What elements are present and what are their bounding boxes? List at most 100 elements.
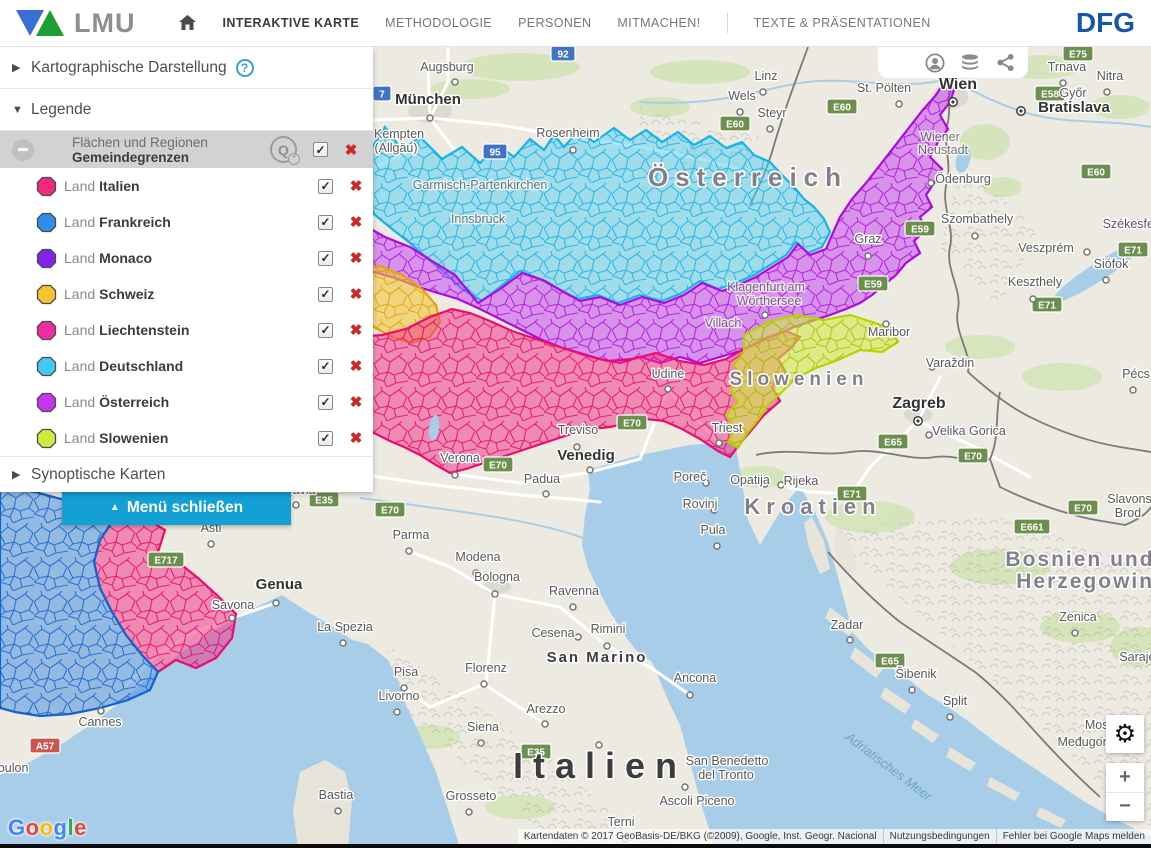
legend-remove-button[interactable]: ✖ (348, 393, 364, 411)
map-label-city: Innsbruck (451, 212, 506, 226)
legend-remove-button[interactable]: ✖ (348, 429, 364, 447)
user-account-icon[interactable] (925, 53, 945, 73)
road-shield-95: 95 (483, 144, 507, 159)
city-dot (335, 808, 341, 814)
legend-remove-button[interactable]: ✖ (348, 249, 364, 267)
map-settings-button[interactable]: ⚙ (1106, 715, 1144, 753)
map-label-city: Siena (467, 720, 499, 734)
map-label-city: Győr (1059, 86, 1086, 100)
close-menu-button[interactable]: ▲ Menü schließen (62, 490, 291, 525)
legend-checkbox[interactable]: ✓ (318, 323, 333, 338)
map-label-country: San Marino (547, 649, 648, 666)
map-attribution: Kartendaten © 2017 GeoBasis-DE/BKG (©200… (518, 829, 1151, 844)
legend-checkbox[interactable]: ✓ (318, 251, 333, 266)
map-label-city: Modena (455, 550, 500, 564)
legend-color-swatch (36, 428, 57, 449)
legend-remove-button[interactable]: ✖ (348, 321, 364, 339)
language-flag-german-icon[interactable] (891, 53, 910, 72)
legend-item-row: LandSchweiz✓✖ (0, 276, 373, 312)
legend-item-row: LandMonaco✓✖ (0, 240, 373, 276)
nav-separator (727, 13, 728, 33)
road-shield-E59: E59 (858, 276, 888, 291)
svg-text:92: 92 (557, 50, 569, 61)
svg-text:E70: E70 (1074, 504, 1092, 515)
legend-checkbox[interactable]: ✓ (318, 431, 333, 446)
legend-color-swatch (36, 392, 57, 413)
map-label-city: Pisa (394, 665, 418, 679)
map-label-city: Arezzo (527, 702, 566, 716)
report-error-link[interactable]: Fehler bei Google Maps melden (997, 829, 1151, 844)
capital-dot-center (1019, 109, 1022, 112)
google-logo[interactable]: Google (8, 815, 87, 841)
legend-remove-button[interactable]: ✖ (348, 357, 364, 375)
city-dot (273, 600, 279, 606)
legend-remove-button[interactable]: ✖ (348, 285, 364, 303)
terms-link[interactable]: Nutzungsbedingungen (884, 829, 996, 844)
map-label-city: Toulon (0, 761, 28, 775)
verba-alpina-app: 92795E75E58E60E60E60E59E59E71E71E71E65E6… (0, 0, 1151, 848)
map-label-city: Grosseto (446, 789, 497, 803)
legend-checkbox[interactable]: ✓ (318, 359, 333, 374)
nav-item-texte-pr-sentationen[interactable]: TEXTE & PRÄSENTATIONEN (754, 16, 931, 30)
svg-text:E70: E70 (381, 506, 399, 517)
share-icon[interactable] (995, 53, 1015, 73)
city-dot (1104, 89, 1110, 95)
map-label-city: Savona (212, 598, 254, 612)
nav-item-interaktive-karte[interactable]: INTERAKTIVE KARTE (222, 16, 359, 30)
map-label-city: Parma (393, 528, 430, 542)
map-label-city: Cesena (531, 626, 574, 640)
legend-item-label: LandItalien (64, 178, 140, 194)
legend-checkbox[interactable]: ✓ (318, 215, 333, 230)
map-label-city: Maribor (868, 325, 910, 339)
map-label-city: Cannes (78, 715, 121, 729)
map-label-city: Genua (256, 576, 303, 593)
map-label-city: Nitra (1097, 69, 1123, 83)
dfg-logo[interactable]: DFG (1076, 7, 1135, 39)
section-legende[interactable]: ▼ Legende (0, 89, 373, 131)
map-label-city: Treviso (558, 423, 599, 437)
city-dot (716, 440, 722, 446)
google-logo-letter: o (26, 815, 40, 840)
home-icon[interactable] (179, 15, 196, 31)
svg-text:E717: E717 (154, 556, 178, 567)
nav-item-personen[interactable]: PERSONEN (518, 16, 591, 30)
legend-remove-button[interactable]: ✖ (348, 213, 364, 231)
map-label-city: Zadar (831, 618, 864, 632)
google-logo-letter: e (74, 815, 87, 840)
road-shield-E70: E70 (958, 448, 988, 463)
section-synoptische-karten[interactable]: ▶ Synoptische Karten (0, 456, 373, 492)
collapse-group-button[interactable] (12, 139, 34, 161)
road-shield-E70: E70 (1068, 500, 1098, 515)
map-label-city: Villach (705, 316, 742, 330)
legend-item-label: LandLiechtenstein (64, 322, 189, 338)
legend-remove-button[interactable]: ✖ (348, 177, 364, 195)
city-dot (1072, 630, 1078, 636)
map-label-city: Rovinj (683, 497, 718, 511)
legend-item-row: LandFrankreich✓✖ (0, 204, 373, 240)
nav-item-methodologie[interactable]: METHODOLOGIE (385, 16, 492, 30)
map-label-city: Székesfehérvár (1103, 217, 1151, 231)
city-dot (767, 126, 773, 132)
group-remove-button[interactable]: ✖ (343, 141, 359, 159)
map-label-city: Padua (524, 472, 560, 486)
zoom-out-button[interactable]: − (1106, 793, 1144, 822)
map-label-city: Opatija (730, 473, 770, 487)
help-icon[interactable]: ? (236, 59, 254, 77)
zoom-in-button[interactable]: + (1106, 763, 1144, 793)
section-kartographische-darstellung[interactable]: ▶ Kartographische Darstellung ? (0, 47, 373, 89)
zoom-to-layer-icon[interactable]: Q * (270, 136, 297, 163)
map-label-country: Bosnien und (1005, 548, 1151, 571)
legend-checkbox[interactable]: ✓ (318, 287, 333, 302)
group-title-line2: Gemeindegrenzen (72, 150, 208, 165)
group-checkbox[interactable]: ✓ (313, 142, 328, 157)
city-dot (570, 147, 576, 153)
map-label-city: Wels (728, 89, 756, 103)
main-nav: INTERAKTIVE KARTE METHODOLOGIE PERSONEN MIT… (179, 13, 930, 33)
lmu-logo-text: LMU (74, 8, 135, 39)
legend-checkbox[interactable]: ✓ (318, 179, 333, 194)
verba-alpina-logo[interactable]: LMU (14, 8, 135, 39)
nav-item-mitmachen-[interactable]: MITMACHEN! (617, 16, 700, 30)
legend-color-swatch (36, 212, 57, 233)
database-layers-icon[interactable] (960, 53, 980, 73)
legend-checkbox[interactable]: ✓ (318, 395, 333, 410)
